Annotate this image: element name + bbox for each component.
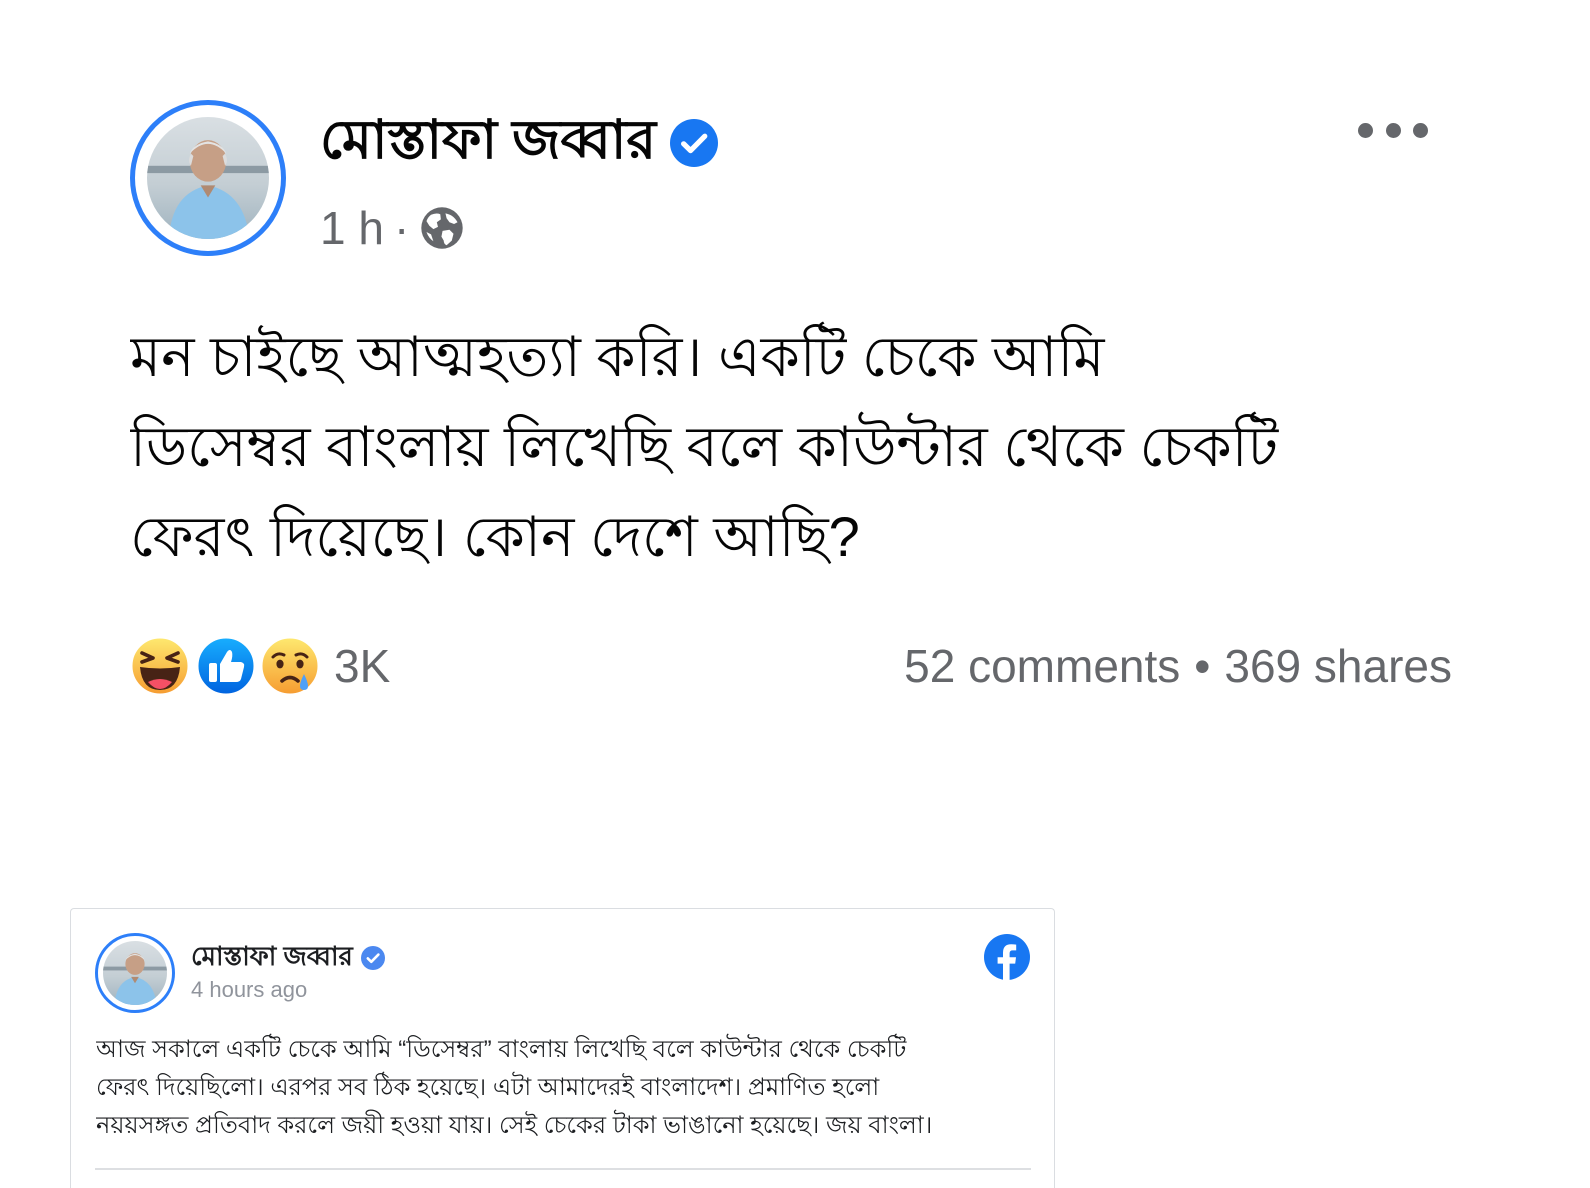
avatar-photo — [103, 941, 167, 1005]
post-message-line: ফেরৎ দিয়েছে। কোন দেশে আছি? — [130, 505, 860, 568]
embedded-post-card: মোস্তাফা জব্বার 4 hours ago আজ সকালে একট… — [70, 908, 1055, 1188]
more-dot — [1358, 122, 1373, 138]
post-message-line: ডিসেম্বর বাংলায় লিখেছি বলে কাউন্টার থেক… — [130, 415, 1279, 478]
embed-author-avatar[interactable] — [95, 933, 175, 1013]
globe-icon[interactable] — [419, 205, 465, 251]
more-dot — [1385, 122, 1401, 138]
more-options-icon[interactable] — [1358, 120, 1428, 140]
embed-message: আজ সকালে একটি চেকে আমি “ডিসেম্বর” বাংলায… — [96, 1031, 1036, 1145]
meta-separator: · — [393, 202, 410, 254]
post-timestamp[interactable]: 1 h — [320, 201, 384, 255]
post-message: মন চাইছে আত্মহত্যা করি। একটি চেকে আমি ডি… — [130, 312, 1530, 582]
verified-badge-icon — [360, 946, 385, 970]
sad-icon — [258, 634, 322, 698]
facebook-logo-icon[interactable] — [983, 933, 1031, 981]
reaction-count[interactable]: 3K — [334, 636, 390, 696]
comments-count-link[interactable]: 52 comments — [904, 636, 1180, 696]
post-message-line: মন চাইছে আত্মহত্যা করি। একটি চেকে আমি — [130, 325, 1105, 388]
embed-author-name[interactable]: মোস্তাফা জব্বার — [191, 936, 353, 980]
reaction-icons[interactable] — [128, 632, 328, 700]
more-dot — [1413, 122, 1428, 138]
like-icon — [194, 634, 258, 698]
avatar-photo — [147, 117, 269, 239]
embed-message-line: নয়য়সঙ্গত প্রতিবাদ করলে জয়ী হওয়া যায়… — [96, 1112, 933, 1139]
verified-badge-icon — [670, 119, 719, 167]
post-meta: 1 h · — [320, 198, 465, 258]
shares-count-link[interactable]: 369 shares — [1224, 636, 1452, 696]
embed-message-line: আজ সকালে একটি চেকে আমি “ডিসেম্বর” বাংলায… — [96, 1036, 907, 1063]
post-author-name[interactable]: মোস্তাফা জব্বার — [320, 98, 656, 188]
post-author-avatar[interactable] — [130, 100, 286, 256]
haha-icon — [128, 634, 192, 698]
divider — [95, 1168, 1031, 1170]
engagement-bullet: • — [1194, 640, 1211, 692]
embed-author-header: মোস্তাফা জব্বার — [191, 941, 385, 975]
embed-timestamp[interactable]: 4 hours ago — [191, 977, 307, 1003]
engagement-summary: 52 comments • 369 shares — [904, 636, 1452, 696]
post-author-header: মোস্তাফা জব্বার — [320, 108, 719, 178]
embed-message-line: ফেরৎ দিয়েছিলো। এরপর সব ঠিক হয়েছে। এটা … — [96, 1074, 880, 1101]
